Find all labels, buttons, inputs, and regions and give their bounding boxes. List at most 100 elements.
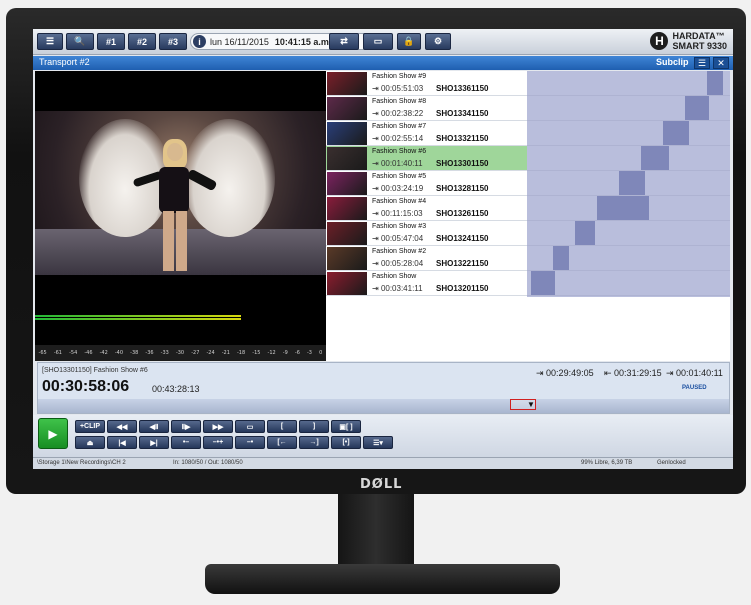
clip-row[interactable]: Fashion Show #6 ⇥ 00:01:40:11 SHO13301150	[326, 146, 527, 171]
add-clip-button[interactable]: +CLIP	[75, 420, 105, 433]
timeline-row	[527, 221, 730, 246]
out-point: ⇤ 00:31:29:15	[604, 368, 662, 378]
go-to-start-button[interactable]: |◀	[107, 436, 137, 449]
timeline-clip-block[interactable]	[685, 96, 709, 120]
mark-out-button[interactable]: ]	[299, 420, 329, 433]
audio-scale-tick: -18	[237, 350, 246, 356]
duration-icon: ⇥	[372, 284, 381, 293]
shuttle-button[interactable]: –•	[235, 436, 265, 449]
mark-in-button[interactable]: [	[267, 420, 297, 433]
brand-line-1: HARDATA™	[672, 31, 725, 41]
audio-meter-right	[35, 318, 241, 320]
brand-line-2: SMART 9330	[672, 41, 727, 51]
play-button[interactable]: ▶	[38, 418, 68, 449]
clip-thumbnail	[327, 172, 367, 195]
clip-thumbnail	[327, 97, 367, 120]
clip-id: SHO13241150	[436, 234, 489, 243]
menu-icon[interactable]: ☰	[694, 57, 710, 69]
audio-scale-tick: -9	[282, 350, 288, 356]
go-to-end-button[interactable]: ▶|	[139, 436, 169, 449]
duration-icon: ⇥	[372, 109, 381, 118]
step-forward-button[interactable]: Ⅱ▶	[171, 420, 201, 433]
rewind-button[interactable]: ◀◀	[107, 420, 137, 433]
clip-name: Fashion Show #7	[372, 123, 427, 130]
jog-back-button[interactable]: •–	[171, 436, 201, 449]
playhead-marker: ▼	[527, 400, 535, 409]
subclip-button[interactable]: Subclip	[656, 57, 689, 67]
window-title: Transport #2	[39, 57, 90, 67]
playback-state: PAUSED	[682, 385, 707, 391]
loop-button[interactable]: ▭	[235, 420, 265, 433]
clip-id: SHO13301150	[436, 159, 489, 168]
timeline-clip-block[interactable]	[707, 71, 723, 95]
clip-length: ⇥ 00:01:40:11	[666, 368, 723, 378]
audio-scale-tick: 0	[319, 350, 323, 356]
audio-scale-tick: -38	[130, 350, 139, 356]
clip-row[interactable]: Fashion Show #5 ⇥ 00:03:24:19 SHO13281150	[326, 171, 527, 196]
clip-thumbnail	[327, 72, 367, 95]
timeline-row	[527, 196, 730, 221]
clip-duration: ⇥ 00:05:28:04	[372, 259, 424, 268]
info-icon[interactable]: i	[193, 35, 206, 48]
timeline-clip-block[interactable]	[597, 196, 649, 220]
transport-controls: ▶ +CLIP ◀◀ ◀Ⅱ Ⅱ▶ ▶▶ ▭ [ ] ▣[ ] ⏏ |◀ ▶| •…	[33, 415, 733, 457]
channel-2-button[interactable]: #2	[128, 33, 156, 50]
video-preview[interactable]: -65 -61 -54 -46 -42 -40 -38 -36 -33 -30 -27 -24 -21-…	[35, 71, 326, 361]
save-clip-button[interactable]: ▣[ ]	[331, 420, 361, 433]
scrub-bar[interactable]: ▼	[38, 399, 729, 413]
clip-row[interactable]: Fashion Show #2 ⇥ 00:05:28:04 SHO13221150	[326, 246, 527, 271]
clip-row[interactable]: Fashion Show #7 ⇥ 00:02:55:14 SHO13321150	[326, 121, 527, 146]
date-label: lun 16/11/2015	[210, 36, 269, 47]
clip-row[interactable]: Fashion Show ⇥ 00:03:41:11 SHO13201150	[326, 271, 527, 296]
clip-row[interactable]: Fashion Show #3 ⇥ 00:05:47:04 SHO13241150	[326, 221, 527, 246]
go-to-out-button[interactable]: →]	[299, 436, 329, 449]
clip-thumbnail	[327, 272, 367, 295]
hardata-logo-mark: H	[650, 32, 669, 50]
close-icon[interactable]: ✕	[713, 57, 729, 69]
channel-3-button[interactable]: #3	[159, 33, 187, 50]
clip-id: SHO13261150	[436, 209, 489, 218]
audio-scale-tick: -65	[38, 350, 47, 356]
timeline-row	[527, 271, 730, 296]
clip-thumbnail	[327, 197, 367, 220]
eject-button[interactable]: ⏏	[75, 436, 105, 449]
timeline-clip-block[interactable]	[553, 246, 569, 270]
clip-thumbnail	[327, 147, 367, 170]
status-bar: \Storage 1\New Recordings\CH 2 In: 1080/…	[33, 457, 733, 469]
clip-name: Fashion Show #3	[372, 223, 427, 230]
audio-scale-tick: -30	[175, 350, 185, 356]
duration-icon: ⇥	[372, 159, 381, 168]
clip-row[interactable]: Fashion Show #8 ⇥ 00:02:38:22 SHO13341150	[326, 96, 527, 121]
audio-scale-tick: -40	[114, 350, 124, 356]
swap-icon[interactable]: ⇄	[329, 33, 359, 50]
timeline-clip-block[interactable]	[531, 271, 555, 295]
storage-free: 99% Libre, 6,39 TB	[581, 460, 633, 466]
lock-icon[interactable]: 🔒	[397, 33, 421, 50]
panel-icon[interactable]: ▭	[363, 33, 393, 50]
search-folder-button[interactable]: 🔍	[66, 33, 94, 50]
transport-status: [SHO13301150] Fashion Show #6 00:30:58:0…	[37, 362, 730, 414]
timeline-clip-block[interactable]	[619, 171, 645, 195]
channel-1-button[interactable]: #1	[97, 33, 125, 50]
step-back-button[interactable]: ◀Ⅱ	[139, 420, 169, 433]
clip-duration: ⇥ 00:05:51:03	[372, 84, 424, 93]
more-options-button[interactable]: ☰▾	[363, 436, 393, 449]
in-point: ⇥ 00:29:49:05	[536, 368, 594, 378]
audio-scale-tick: -46	[84, 350, 93, 356]
list-view-button[interactable]: ☰	[37, 33, 63, 50]
clip-id: SHO13221150	[436, 259, 489, 268]
timeline-clip-block[interactable]	[575, 221, 595, 245]
timeline-clip-block[interactable]	[641, 146, 669, 170]
monitor-stand-neck	[338, 492, 414, 572]
settings-gear-icon[interactable]: ⚙	[425, 33, 451, 50]
clip-row[interactable]: Fashion Show #4 ⇥ 00:11:15:03 SHO13261150	[326, 196, 527, 221]
play-in-out-button[interactable]: [•]	[331, 436, 361, 449]
jog-forward-button[interactable]: –•+	[203, 436, 233, 449]
timeline-row	[527, 71, 730, 96]
clip-name: Fashion Show #8	[372, 98, 427, 105]
fast-forward-button[interactable]: ▶▶	[203, 420, 233, 433]
audio-scale-tick: -24	[206, 350, 215, 356]
timeline-clip-block[interactable]	[663, 121, 689, 145]
go-to-in-button[interactable]: [←	[267, 436, 297, 449]
clip-row[interactable]: Fashion Show #9 ⇥ 00:05:51:03 SHO13361150	[326, 71, 527, 96]
